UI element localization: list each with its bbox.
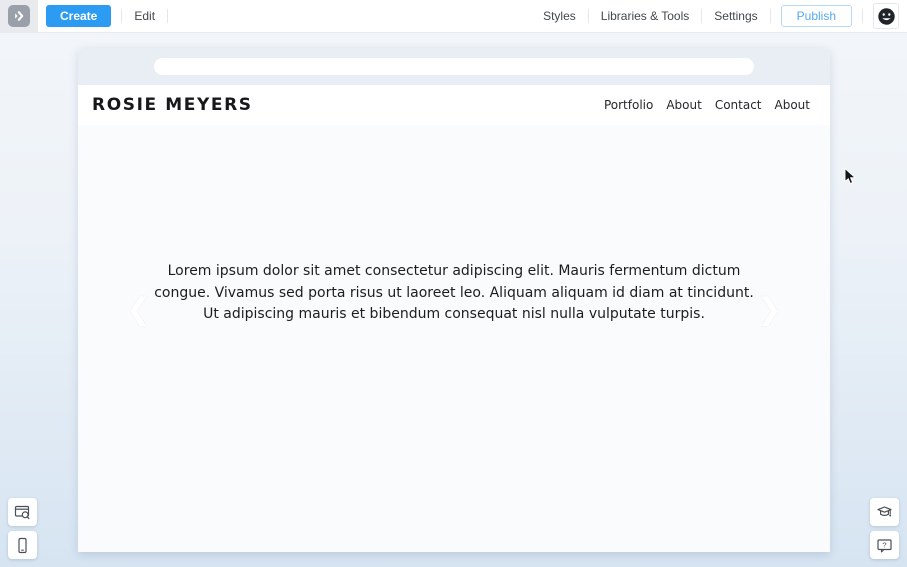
settings-menu[interactable]: Settings (712, 9, 759, 23)
smiley-face-icon (877, 7, 895, 25)
site-preview-search-icon (14, 505, 30, 519)
mobile-preview-icon (18, 537, 27, 553)
app-logo-icon (8, 5, 30, 27)
account-avatar-button[interactable] (873, 3, 899, 29)
toolbar-divider (769, 9, 771, 23)
learning-cap-icon (877, 505, 892, 516)
toolbar-divider (167, 9, 169, 23)
browser-url-bar[interactable] (154, 58, 754, 75)
help-chat-icon: ? (877, 538, 892, 553)
styles-menu[interactable]: Styles (541, 9, 578, 23)
app-logo[interactable] (0, 0, 38, 32)
site-header[interactable]: ROSIE MEYERS Portfolio About Contact Abo… (78, 85, 830, 125)
mobile-preview-button[interactable] (8, 531, 37, 559)
create-button[interactable]: Create (46, 5, 112, 27)
carousel-next-icon[interactable]: ❯ (757, 293, 782, 327)
toolbar-divider (701, 9, 703, 23)
site-preview-button[interactable] (8, 498, 37, 526)
toolbar-divider (121, 9, 123, 23)
site-nav: Portfolio About Contact About (604, 98, 810, 112)
site-title[interactable]: ROSIE MEYERS (92, 95, 253, 115)
toolbar-divider (587, 9, 589, 23)
site-body-section[interactable]: ❮ Lorem ipsum dolor sit amet consectetur… (78, 125, 830, 552)
svg-text:?: ? (882, 540, 886, 549)
top-toolbar: Create Edit Styles Libraries & Tools Set… (0, 0, 907, 33)
help-button[interactable]: ? (870, 531, 899, 559)
libraries-tools-menu[interactable]: Libraries & Tools (599, 9, 692, 23)
toolbar-divider (862, 9, 863, 23)
carousel-prev-icon[interactable]: ❮ (126, 293, 151, 327)
nav-item-about[interactable]: About (666, 98, 701, 112)
edit-menu[interactable]: Edit (132, 9, 157, 23)
nav-item-contact[interactable]: Contact (715, 98, 762, 112)
browser-chrome-bar (78, 48, 830, 85)
mouse-cursor (844, 167, 857, 191)
nav-item-about-2[interactable]: About (775, 98, 810, 112)
site-paragraph[interactable]: Lorem ipsum dolor sit amet consectetur a… (149, 261, 759, 552)
site-editor-canvas: ROSIE MEYERS Portfolio About Contact Abo… (78, 48, 830, 552)
publish-button[interactable]: Publish (780, 5, 852, 27)
nav-item-portfolio[interactable]: Portfolio (604, 98, 653, 112)
learning-center-button[interactable] (870, 498, 899, 526)
